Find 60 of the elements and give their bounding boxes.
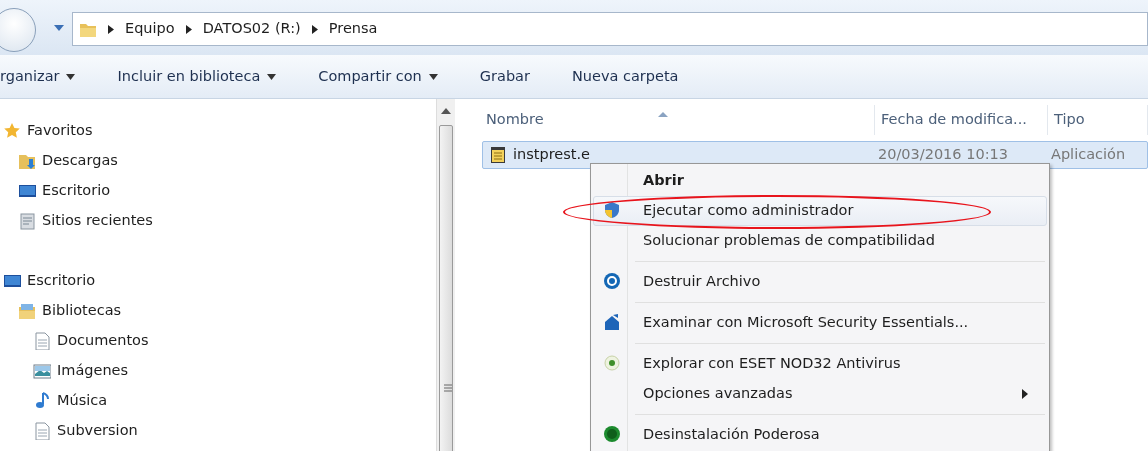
file-date: 20/03/2016 10:13 [878,145,1009,165]
nav-item[interactable]: Subversion [57,420,138,442]
sort-arrow-icon [658,112,668,117]
toolbar-button[interactable]: Grabar [479,65,530,88]
toolbar-button[interactable]: rganizar [0,65,76,88]
monitor-icon [3,272,21,290]
scroll-up-icon[interactable] [441,108,452,114]
breadcrumb-arrow-icon[interactable] [184,23,193,35]
menu-item[interactable]: Desinstalación Poderosa [593,420,1047,450]
column-header[interactable]: Fecha de modifica... [875,105,1048,135]
download-folder-icon [18,152,36,170]
circle-logo-icon [603,272,621,290]
nav-item[interactable]: Imágenes [57,360,129,382]
caret-icon [428,73,438,80]
star-icon [3,122,21,140]
menu-item[interactable]: Examinar con Microsoft Security Essentials... [593,308,1047,338]
shield-icon [603,201,621,219]
nav-item[interactable]: Bibliotecas [42,300,122,322]
application-icon [489,146,507,164]
eye-icon [603,354,621,372]
scrollbar[interactable] [436,99,455,451]
toolbar-button[interactable]: Incluir en biblioteca [117,65,277,88]
submenu-arrow-icon [1022,389,1028,399]
menu-item[interactable]: Destruir Archivo [593,267,1047,297]
document-icon [33,332,51,350]
menu-item[interactable]: Solucionar problemas de compatibilidad [593,226,1047,256]
breadcrumb[interactable]: DATOS02 (R:) [202,18,301,40]
toolbar-button[interactable]: Nueva carpeta [571,65,679,88]
clipboard-icon [18,212,36,230]
breadcrumb[interactable]: Prensa [328,18,378,40]
breadcrumb[interactable]: Equipo [125,18,175,40]
nav-item[interactable]: Favoritos [27,120,93,142]
nav-item[interactable]: Escritorio [27,270,96,292]
breadcrumb-arrow-icon[interactable] [310,23,319,35]
nav-item[interactable]: Música [57,390,108,412]
file-name: instprest.e [513,145,591,165]
menu-item[interactable]: Ejecutar como administrador [593,196,1047,226]
address-bar[interactable]: Equipo DATOS02 (R:) Prensa [72,12,1148,46]
nav-item[interactable]: Escritorio [42,180,111,202]
image-icon [33,362,51,380]
monitor-icon [18,182,36,200]
folder-icon [18,302,36,320]
file-type: Aplicación [1051,145,1126,165]
breadcrumb-arrow-icon[interactable] [107,23,115,35]
menu-item[interactable]: Abrir [593,166,1047,196]
column-header[interactable]: Tipo [1048,105,1148,135]
house-icon [603,313,621,331]
nav-item[interactable]: Descargas [42,150,118,172]
toolbar-button[interactable]: Compartir con [318,65,438,88]
caret-icon [66,73,76,80]
dropdown-arrow-icon[interactable] [53,24,65,32]
music-note-icon [33,392,51,410]
menu-item[interactable]: Explorar con ESET NOD32 Antivirus [593,349,1047,379]
circle-logo-icon [603,425,621,443]
caret-icon [267,73,277,80]
nav-item[interactable]: Sitios recientes [42,210,153,232]
grip-icon[interactable] [444,384,453,392]
nav-item[interactable]: Documentos [57,330,149,352]
menu-item[interactable]: Opciones avanzadas [593,379,1047,409]
document-icon [33,422,51,440]
